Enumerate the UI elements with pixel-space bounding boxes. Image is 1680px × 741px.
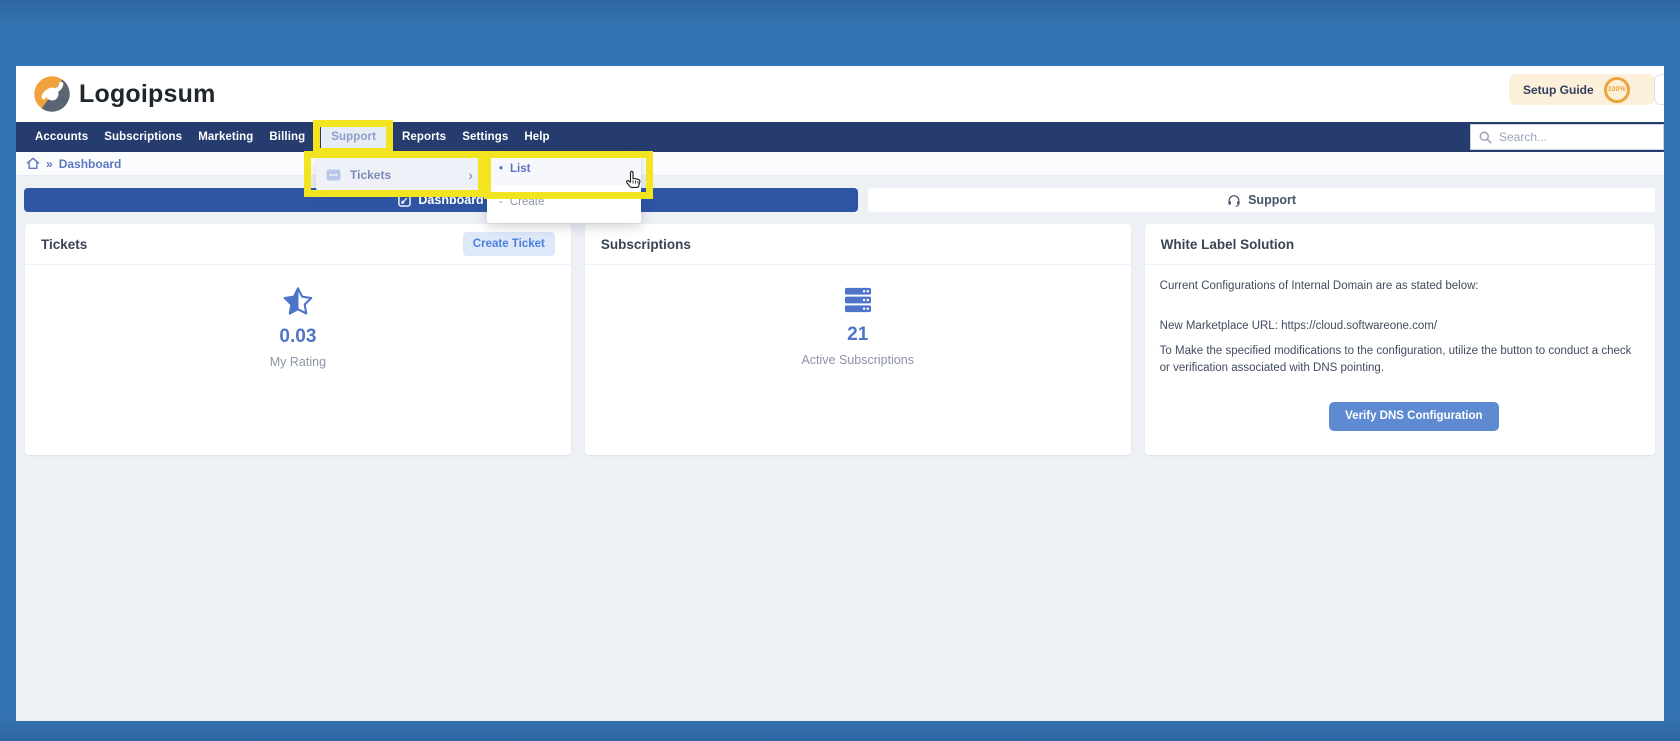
headset-icon bbox=[1227, 194, 1241, 207]
nav-item-settings[interactable]: Settings bbox=[462, 122, 508, 152]
nav-item-billing[interactable]: Billing bbox=[269, 122, 305, 152]
nav-item-subscriptions[interactable]: Subscriptions bbox=[104, 122, 182, 152]
white-label-card: White Label Solution Current Configurati… bbox=[1145, 224, 1655, 455]
nav-item-reports[interactable]: Reports bbox=[402, 122, 446, 152]
white-label-card-title: White Label Solution bbox=[1161, 237, 1295, 252]
rating-star-icon bbox=[282, 286, 314, 316]
submenu-create-label: Create bbox=[510, 196, 545, 208]
tab-row: Dashboard Support bbox=[24, 188, 1655, 212]
tickets-card-title: Tickets bbox=[41, 237, 87, 252]
breadcrumb-current[interactable]: Dashboard bbox=[59, 157, 122, 171]
submenu-list-label: List bbox=[510, 163, 530, 175]
verify-dns-button[interactable]: Verify DNS Configuration bbox=[1329, 402, 1498, 431]
white-label-line3: To Make the specified modifications to t… bbox=[1160, 343, 1640, 376]
breadcrumb-separator: » bbox=[46, 157, 53, 171]
support-dropdown-tickets[interactable]: Tickets › bbox=[316, 158, 483, 191]
subscriptions-card: Subscriptions bbox=[585, 224, 1131, 455]
setup-guide-label: Setup Guide bbox=[1523, 83, 1594, 97]
tickets-card: Tickets Create Ticket 0.03 bbox=[25, 224, 571, 455]
nav-item-support[interactable]: Support bbox=[321, 122, 386, 152]
tab-support-label: Support bbox=[1248, 193, 1296, 207]
chevron-right-icon: › bbox=[468, 167, 473, 183]
app-header: Logoipsum Setup Guide 100% bbox=[16, 66, 1664, 122]
home-icon[interactable] bbox=[26, 157, 40, 170]
search-field[interactable] bbox=[1470, 124, 1664, 150]
setup-guide-button[interactable]: Setup Guide 100% bbox=[1509, 74, 1655, 105]
rating-caption: My Rating bbox=[25, 355, 571, 369]
tickets-submenu: • List - Create bbox=[487, 152, 641, 223]
nav-item-accounts[interactable]: Accounts bbox=[35, 122, 88, 152]
submenu-item-list[interactable]: • List bbox=[487, 152, 641, 185]
bullet-icon: • bbox=[499, 163, 503, 175]
logo-icon bbox=[33, 75, 71, 118]
white-label-line1: Current Configurations of Internal Domai… bbox=[1160, 278, 1640, 295]
app-window: Logoipsum Setup Guide 100% Accounts Subs… bbox=[16, 66, 1664, 721]
search-icon bbox=[1479, 131, 1492, 144]
subscriptions-caption: Active Subscriptions bbox=[585, 353, 1131, 367]
subscriptions-card-title: Subscriptions bbox=[601, 237, 691, 252]
main-navbar: Accounts Subscriptions Marketing Billing… bbox=[16, 122, 1664, 152]
dash-icon: - bbox=[499, 196, 503, 208]
search-input[interactable] bbox=[1499, 130, 1655, 144]
subscriptions-count: 21 bbox=[585, 324, 1131, 346]
dropdown-tickets-label: Tickets bbox=[350, 168, 391, 182]
setup-progress-ring: 100% bbox=[1604, 77, 1630, 103]
create-ticket-button[interactable]: Create Ticket bbox=[463, 232, 555, 256]
breadcrumb: » Dashboard bbox=[16, 152, 1664, 176]
submenu-item-create[interactable]: - Create bbox=[487, 185, 641, 218]
dashboard-cards: Tickets Create Ticket 0.03 bbox=[25, 224, 1655, 455]
nav-item-marketing[interactable]: Marketing bbox=[198, 122, 253, 152]
dashboard-edit-icon bbox=[398, 194, 411, 207]
tab-dashboard[interactable]: Dashboard bbox=[24, 188, 858, 212]
server-stack-icon bbox=[842, 286, 874, 314]
nav-item-help[interactable]: Help bbox=[524, 122, 549, 152]
white-label-line2: New Marketplace URL: https://cloud.softw… bbox=[1160, 318, 1640, 335]
brand-name: Logoipsum bbox=[79, 80, 216, 109]
rating-value: 0.03 bbox=[25, 326, 571, 348]
tab-dashboard-label: Dashboard bbox=[418, 193, 483, 207]
partial-edge-button[interactable] bbox=[1654, 74, 1664, 105]
ticket-icon bbox=[326, 169, 341, 181]
content-area: Dashboard Support Tickets Create Ticket bbox=[16, 176, 1664, 721]
tab-support[interactable]: Support bbox=[868, 188, 1655, 212]
